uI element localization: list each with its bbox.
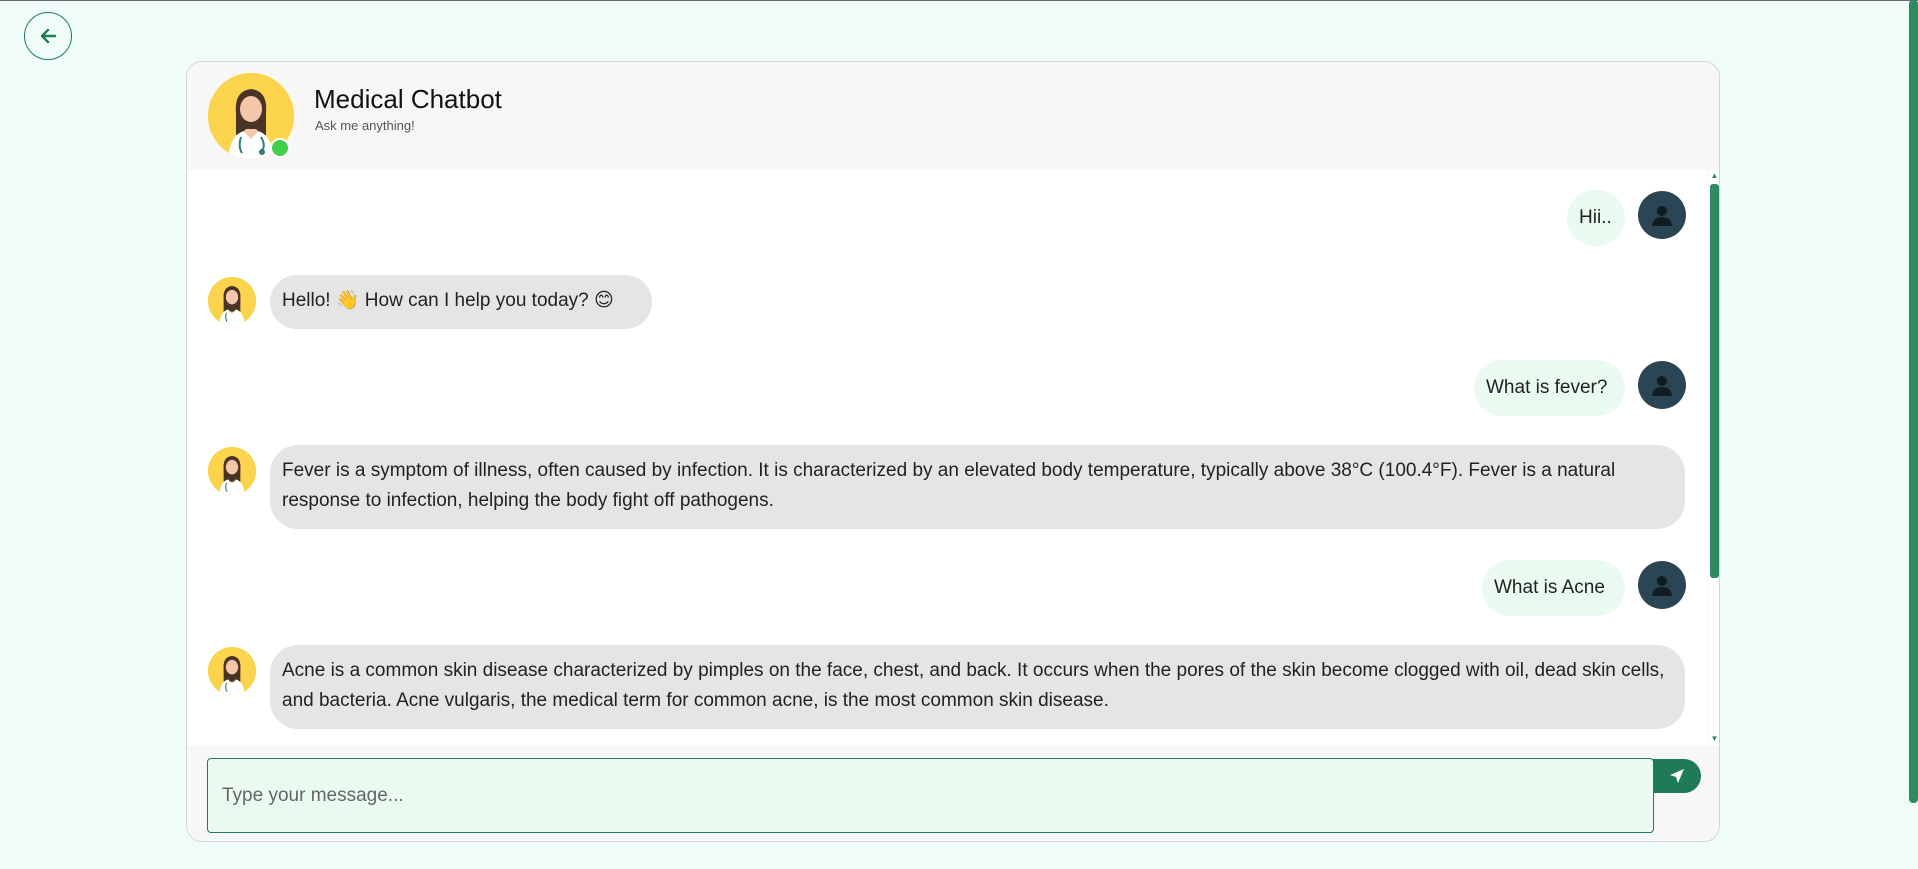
message-text: Acne is a common skin disease characteri… [282, 660, 1665, 711]
bot-message-bubble: Fever is a symptom of illness, often cau… [270, 445, 1685, 529]
chat-subtitle: Ask me anything! [315, 118, 415, 133]
scroll-up-arrow-icon[interactable]: ▲ [1710, 171, 1719, 180]
user-message-bubble: Hii.. [1567, 190, 1625, 246]
window-top-border [0, 0, 1918, 1]
user-message-bubble: What is Acne [1482, 560, 1625, 616]
message-list[interactable]: Hii.. Hello! 👋 How can I help you today?… [187, 170, 1707, 746]
bot-message-bubble: Hello! 👋 How can I help you today? 😊 [270, 275, 652, 329]
message-scrollbar-thumb[interactable] [1710, 184, 1719, 578]
bot-message-bubble: Acne is a common skin disease characteri… [270, 645, 1685, 729]
message-composer [187, 746, 1719, 841]
doctor-avatar-icon [208, 447, 256, 495]
online-status-indicator [270, 138, 290, 158]
doctor-avatar-icon [208, 277, 256, 325]
chat-window: Medical Chatbot Ask me anything! Hii.. H… [186, 61, 1720, 842]
message-text: Hii.. [1579, 207, 1612, 228]
page-scrollbar[interactable] [1909, 0, 1918, 803]
send-button[interactable] [1653, 759, 1701, 793]
user-avatar-icon [1638, 191, 1686, 239]
user-avatar-icon [1638, 361, 1686, 409]
back-button[interactable] [24, 12, 72, 60]
message-text: What is Acne [1494, 577, 1605, 598]
message-text: Fever is a symptom of illness, often cau… [282, 460, 1616, 511]
chat-title: Medical Chatbot [314, 84, 502, 114]
message-text: What is fever? [1486, 377, 1608, 398]
doctor-avatar-icon [208, 647, 256, 695]
message-text: Hello! 👋 How can I help you today? 😊 [282, 290, 614, 311]
user-message-bubble: What is fever? [1474, 360, 1625, 416]
user-avatar-icon [1638, 561, 1686, 609]
scroll-down-arrow-icon[interactable]: ▼ [1710, 734, 1719, 743]
chat-header: Medical Chatbot Ask me anything! [187, 62, 1719, 170]
message-input[interactable] [207, 758, 1654, 833]
arrow-left-icon [40, 28, 57, 44]
send-arrow-icon [1670, 769, 1684, 783]
